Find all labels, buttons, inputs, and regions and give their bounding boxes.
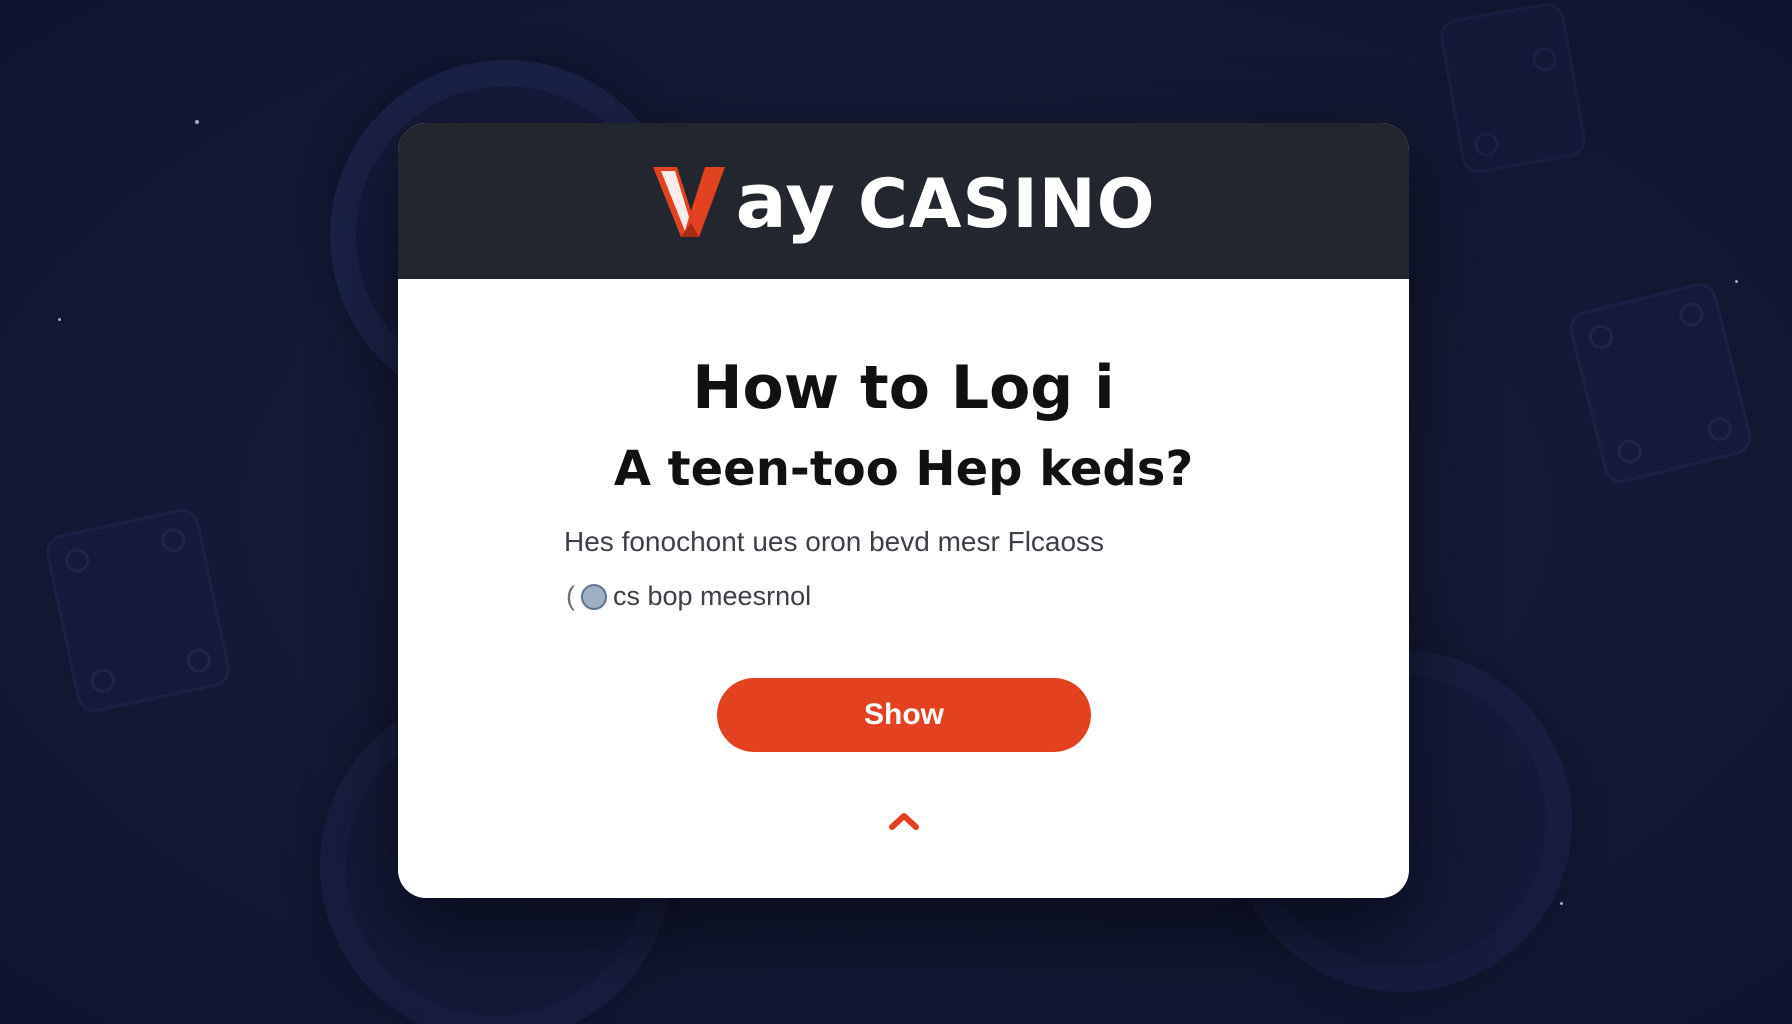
star-decoration bbox=[58, 318, 61, 321]
star-decoration bbox=[1735, 280, 1738, 283]
show-button[interactable]: Show bbox=[717, 678, 1091, 752]
star-decoration bbox=[1560, 902, 1563, 905]
card-decoration bbox=[1437, 0, 1589, 176]
dialog-subtitle: A teen-too Hep keds? bbox=[613, 441, 1194, 497]
note-text: cs bop meesrnol bbox=[613, 581, 812, 611]
chevron-up-icon[interactable] bbox=[888, 811, 920, 831]
star-decoration bbox=[195, 120, 199, 124]
shield-icon bbox=[581, 583, 607, 610]
card-decoration bbox=[1565, 279, 1756, 487]
dialog-description: Hes fonochont ues oron bevd mesr Flcaoss bbox=[564, 526, 1105, 557]
login-help-dialog: ay Casino How to Log i A teen-too Hep ked… bbox=[398, 123, 1409, 898]
card-decoration bbox=[42, 505, 234, 716]
dialog-note: ( cs bop meesrnol bbox=[566, 581, 811, 612]
note-prefix: ( bbox=[566, 581, 575, 611]
dialog-body: How to Log i A teen-too Hep keds? Hes fo… bbox=[398, 123, 1409, 898]
dialog-title: How to Log i bbox=[692, 353, 1115, 423]
background: ay Casino How to Log i A teen-too Hep ked… bbox=[0, 0, 1792, 1024]
